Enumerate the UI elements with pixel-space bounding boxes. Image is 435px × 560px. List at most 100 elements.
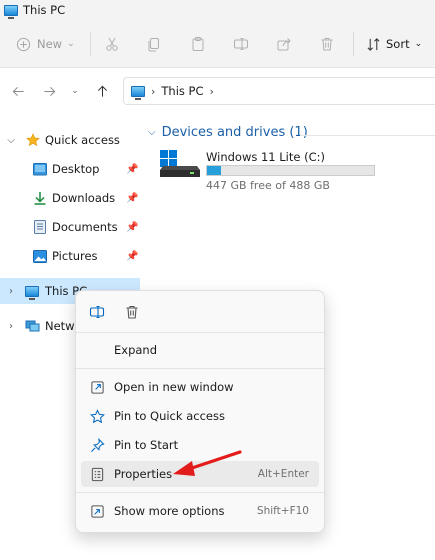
up-button[interactable] xyxy=(93,82,111,100)
breadcrumb-chevron-icon[interactable]: › xyxy=(210,85,214,98)
chevron-right-icon[interactable]: › xyxy=(6,286,16,297)
rename-button[interactable] xyxy=(82,299,112,325)
sidebar-item-desktop[interactable]: Desktop 📌 xyxy=(0,156,140,182)
toolbar-divider xyxy=(353,32,354,56)
chevron-down-icon: ⌵ xyxy=(148,127,156,138)
breadcrumb-this-pc[interactable]: This PC xyxy=(161,84,203,98)
chevron-down-icon: ⌄ xyxy=(71,86,79,96)
drive-free-space: 447 GB free of 488 GB xyxy=(206,179,330,192)
windows-logo-icon xyxy=(160,150,177,167)
more-options-icon xyxy=(89,503,105,519)
star-icon xyxy=(26,133,40,147)
back-button[interactable] xyxy=(9,82,27,100)
pin-icon[interactable]: 📌 xyxy=(126,164,138,175)
group-label: Devices and drives (1) xyxy=(161,125,308,140)
menu-item-open-in-new-window[interactable]: Open in new window xyxy=(81,374,319,400)
menu-item-shortcut: Shift+F10 xyxy=(256,505,309,517)
download-icon xyxy=(34,192,46,205)
document-icon xyxy=(34,220,46,234)
address-bar[interactable]: › This PC › xyxy=(123,77,435,105)
arrow-right-icon xyxy=(43,86,55,96)
arrow-up-icon xyxy=(97,85,107,97)
sidebar-item-quick-access[interactable]: ⌵ Quick access xyxy=(0,127,140,153)
menu-item-shortcut: Alt+Enter xyxy=(257,468,309,480)
desktop-icon xyxy=(33,162,47,175)
pin-icon[interactable]: 📌 xyxy=(126,251,138,262)
scissors-icon xyxy=(106,37,118,51)
arrow-left-icon xyxy=(12,86,24,96)
sidebar-item-label: Documents xyxy=(52,220,118,234)
drive-usage-fill xyxy=(207,166,222,175)
sort-button[interactable]: Sort ⌄ xyxy=(366,32,422,56)
this-pc-icon xyxy=(25,285,39,300)
copy-button[interactable] xyxy=(146,32,162,56)
delete-button[interactable] xyxy=(319,32,335,56)
open-new-window-icon xyxy=(89,379,105,395)
title-bar: This PC xyxy=(0,0,435,20)
hard-drive-icon xyxy=(160,166,200,177)
annotation-arrow-icon xyxy=(173,450,242,476)
breadcrumb-chevron-icon[interactable]: › xyxy=(151,85,155,98)
context-menu: Expand Open in new window Pin to Quick a… xyxy=(75,290,326,533)
new-label: New xyxy=(37,37,63,51)
menu-divider xyxy=(76,368,326,369)
menu-item-label: Open in new window xyxy=(114,380,234,394)
sidebar-item-downloads[interactable]: Downloads 📌 xyxy=(0,185,140,211)
menu-item-pin-to-quick-access[interactable]: Pin to Quick access xyxy=(81,403,319,429)
sidebar-item-label: Pictures xyxy=(52,249,98,263)
share-icon xyxy=(277,38,291,51)
pin-icon xyxy=(89,437,105,453)
toolbar-divider xyxy=(90,32,91,56)
sidebar-item-documents[interactable]: Documents 📌 xyxy=(0,214,140,240)
group-divider xyxy=(300,135,435,136)
recent-locations-button[interactable]: ⌄ xyxy=(66,82,84,100)
network-icon xyxy=(25,320,40,331)
menu-item-label: Pin to Quick access xyxy=(114,409,225,423)
pin-icon[interactable]: 📌 xyxy=(126,193,138,204)
menu-divider xyxy=(76,492,326,493)
sidebar-item-label: Quick access xyxy=(45,133,120,147)
share-button[interactable] xyxy=(276,32,292,56)
command-bar: New ⌄ Sort ⌄ xyxy=(0,20,435,68)
sidebar-item-pictures[interactable]: Pictures 📌 xyxy=(0,243,140,269)
star-outline-icon xyxy=(89,408,105,424)
pin-icon[interactable]: 📌 xyxy=(126,222,138,233)
pictures-icon xyxy=(33,249,47,263)
new-button[interactable]: New ⌄ xyxy=(16,32,75,56)
plus-circle-icon xyxy=(16,37,31,51)
rename-button[interactable] xyxy=(233,32,249,56)
chevron-down-icon: ⌄ xyxy=(67,39,75,49)
address-row: ⌄ › This PC › xyxy=(0,68,435,114)
trash-icon xyxy=(321,38,333,51)
sidebar-item-label: Desktop xyxy=(52,162,100,176)
sort-icon xyxy=(367,37,380,51)
this-pc-icon xyxy=(131,85,145,100)
paste-button[interactable] xyxy=(190,32,206,56)
forward-button[interactable] xyxy=(40,82,58,100)
menu-divider xyxy=(76,332,326,333)
trash-icon xyxy=(126,305,138,319)
rename-icon xyxy=(89,305,105,319)
drive-name: Windows 11 Lite (C:) xyxy=(206,150,325,164)
menu-item-label: Properties xyxy=(114,467,173,481)
chevron-right-icon[interactable]: › xyxy=(6,321,16,332)
menu-item-label: Show more options xyxy=(114,504,225,518)
window-title: This PC xyxy=(23,3,66,17)
drive-usage-bar xyxy=(206,165,375,176)
menu-item-label: Expand xyxy=(114,343,158,357)
sort-label: Sort xyxy=(386,37,410,51)
copy-icon xyxy=(148,38,159,52)
clipboard-icon xyxy=(192,37,204,51)
devices-and-drives-header[interactable]: ⌵ Devices and drives (1) xyxy=(148,125,308,140)
sidebar-item-label: Downloads xyxy=(52,191,116,205)
menu-item-expand[interactable]: Expand xyxy=(81,337,319,363)
chevron-down-icon[interactable]: ⌵ xyxy=(6,135,16,146)
this-pc-icon xyxy=(4,4,18,19)
delete-button[interactable] xyxy=(117,299,147,325)
properties-icon xyxy=(89,466,105,482)
chevron-down-icon: ⌄ xyxy=(414,39,423,49)
cut-button[interactable] xyxy=(104,32,120,56)
rename-icon xyxy=(234,38,248,50)
menu-item-label: Pin to Start xyxy=(114,438,179,452)
menu-item-show-more-options[interactable]: Show more options Shift+F10 xyxy=(81,498,319,524)
